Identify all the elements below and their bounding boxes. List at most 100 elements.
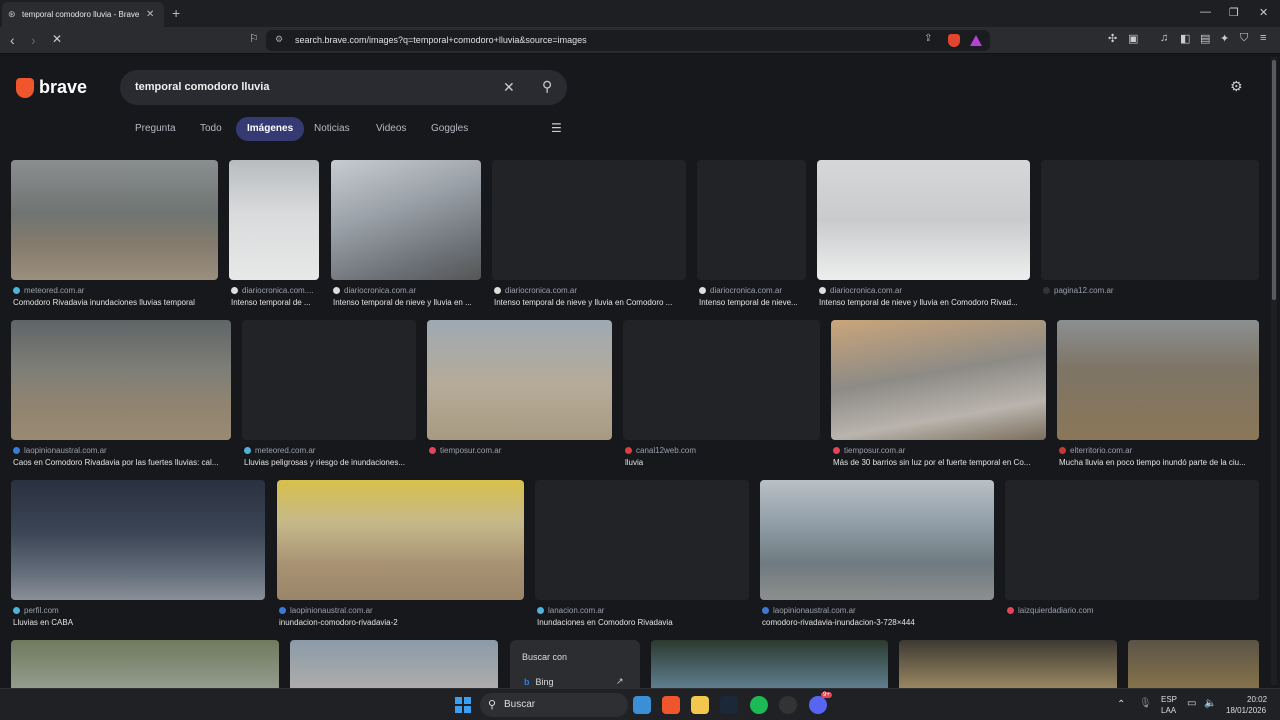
sidebar-icon[interactable]: ◧	[1180, 32, 1190, 45]
result-thumbnail[interactable]	[697, 160, 806, 280]
crypto-wallet-icon[interactable]: ▤	[1200, 32, 1210, 45]
photos-app-icon[interactable]	[633, 696, 651, 714]
result-thumbnail[interactable]	[242, 320, 416, 440]
result-caption[interactable]: Más de 30 barrios sin luz por el fuerte …	[833, 458, 1048, 467]
result-thumbnail[interactable]	[11, 160, 218, 280]
back-icon[interactable]: ‹	[10, 32, 15, 48]
menu-icon[interactable]: ≡	[1260, 32, 1266, 44]
result-caption[interactable]: Mucha lluvia en poco tiempo inundó parte…	[1059, 458, 1261, 467]
media-icon[interactable]: ♫	[1160, 32, 1168, 44]
result-caption[interactable]: Caos en Comodoro Rivadavia por las fuert…	[13, 458, 233, 467]
result-source[interactable]: diariocronica.com.ar	[333, 286, 483, 295]
search-box[interactable]: temporal comodoro lluvia ✕ ⚲	[120, 70, 567, 105]
brave-shields-icon[interactable]	[948, 34, 960, 47]
site-info-icon[interactable]: ⚙	[275, 34, 283, 45]
result-source[interactable]: diariocronica.com.ar	[819, 286, 1032, 295]
tab-pregunta[interactable]: Pregunta	[124, 117, 187, 141]
result-source[interactable]: pagina12.com.ar	[1043, 286, 1261, 295]
result-source[interactable]: tiemposur.com.ar	[833, 446, 1048, 455]
microphone-icon[interactable]: 🎙	[1139, 698, 1152, 709]
leo-ai-icon[interactable]: ✦	[1220, 32, 1229, 45]
result-caption[interactable]: Inundaciones en Comodoro Rivadavia	[537, 618, 751, 627]
forward-icon[interactable]: ›	[31, 32, 36, 48]
result-caption[interactable]: inundacion-comodoro-rivadavia-2	[279, 618, 526, 627]
tab-todo[interactable]: Todo	[189, 117, 233, 141]
result-source[interactable]: diariocronica.com....	[231, 286, 321, 295]
new-tab-icon[interactable]: +	[172, 5, 180, 21]
clock-time[interactable]: 20:02	[1247, 695, 1267, 704]
share-icon[interactable]: ⇪	[924, 33, 932, 44]
browser-tab[interactable]: ⊛ temporal comodoro lluvia - Brave ✕	[2, 2, 164, 27]
search-icon[interactable]: ⚲	[542, 78, 552, 95]
result-thumbnail[interactable]	[623, 320, 820, 440]
brave-logo[interactable]: brave	[16, 77, 87, 98]
result-thumbnail[interactable]	[899, 640, 1117, 688]
result-thumbnail[interactable]	[331, 160, 481, 280]
result-thumbnail[interactable]	[1128, 640, 1259, 688]
windows-start-icon[interactable]	[455, 697, 471, 713]
result-thumbnail[interactable]	[651, 640, 888, 688]
result-source[interactable]: laizquierdadiario.com	[1007, 606, 1261, 615]
result-source[interactable]: tiemposur.com.ar	[429, 446, 614, 455]
result-caption[interactable]: lluvia	[625, 458, 822, 467]
result-thumbnail[interactable]	[11, 480, 265, 600]
result-source[interactable]: laopinionaustral.com.ar	[13, 446, 233, 455]
window-close-icon[interactable]: ✕	[1259, 6, 1268, 19]
result-source[interactable]: elterritorio.com.ar	[1059, 446, 1261, 455]
result-source[interactable]: diariocronica.com.ar	[494, 286, 688, 295]
result-thumbnail[interactable]	[290, 640, 498, 688]
bookmark-icon[interactable]: ⚐	[249, 32, 259, 45]
file-explorer-icon[interactable]	[691, 696, 709, 714]
result-caption[interactable]: Intenso temporal de nieve y lluvia en Co…	[494, 298, 688, 307]
tab-imagenes[interactable]: Imágenes	[236, 117, 305, 141]
minimize-icon[interactable]: —	[1200, 6, 1211, 18]
steam-app-icon[interactable]	[720, 696, 738, 714]
result-thumbnail[interactable]	[760, 480, 994, 600]
brave-rewards-icon[interactable]	[970, 35, 982, 46]
settings-gear-icon[interactable]: ⚙	[1230, 78, 1243, 95]
result-source[interactable]: diariocronica.com.ar	[699, 286, 808, 295]
result-caption[interactable]: Intenso temporal de nieve y lluvia en ..…	[333, 298, 483, 307]
clock-date[interactable]: 18/01/2026	[1226, 706, 1266, 715]
tab-noticias[interactable]: Noticias	[303, 117, 361, 141]
result-thumbnail[interactable]	[1041, 160, 1259, 280]
result-source[interactable]: laopinionaustral.com.ar	[762, 606, 996, 615]
show-hidden-icons[interactable]: ⌃	[1117, 699, 1125, 710]
result-thumbnail[interactable]	[277, 480, 524, 600]
result-caption[interactable]: Intenso temporal de nieve y lluvia en Co…	[819, 298, 1032, 307]
result-thumbnail[interactable]	[535, 480, 749, 600]
result-thumbnail[interactable]	[817, 160, 1030, 280]
result-caption[interactable]: Intenso temporal de ...	[231, 298, 321, 307]
result-thumbnail[interactable]	[229, 160, 319, 280]
github-app-icon[interactable]	[779, 696, 797, 714]
wallet-icon[interactable]: ▣	[1128, 32, 1138, 45]
result-thumbnail[interactable]	[1057, 320, 1259, 440]
tab-close-icon[interactable]: ✕	[146, 9, 154, 20]
result-thumbnail[interactable]	[11, 640, 279, 688]
keyboard-layout-label[interactable]: LAA	[1161, 706, 1176, 715]
result-thumbnail[interactable]	[427, 320, 612, 440]
result-source[interactable]: lanacion.com.ar	[537, 606, 751, 615]
result-thumbnail[interactable]	[1005, 480, 1259, 600]
address-bar[interactable]: ⚙ search.brave.com/images?q=temporal+com…	[266, 30, 990, 51]
open-external-icon[interactable]: ↗	[616, 676, 624, 687]
scrollbar-thumb[interactable]	[1272, 60, 1276, 300]
extensions-icon[interactable]: ✣	[1108, 32, 1117, 45]
restore-icon[interactable]: ❐	[1229, 6, 1239, 19]
result-source[interactable]: meteored.com.ar	[13, 286, 213, 295]
discord-app-icon[interactable]	[809, 696, 827, 714]
volume-icon[interactable]: 🔈	[1204, 698, 1216, 709]
tab-videos[interactable]: Videos	[365, 117, 417, 141]
search-engine-option[interactable]: b Bing	[524, 677, 554, 687]
result-thumbnail[interactable]	[831, 320, 1046, 440]
result-source[interactable]: canal12web.com	[625, 446, 822, 455]
result-source[interactable]: meteored.com.ar	[244, 446, 418, 455]
result-caption[interactable]: Intenso temporal de nieve...	[699, 298, 808, 307]
result-caption[interactable]: Lluvias en CABA	[13, 618, 267, 627]
result-caption[interactable]: comodoro-rivadavia-inundacion-3-728×444	[762, 618, 996, 627]
result-thumbnail[interactable]	[11, 320, 231, 440]
taskbar-search[interactable]: ⚲ Buscar	[480, 693, 628, 717]
network-icon[interactable]: ▭	[1187, 698, 1196, 709]
result-caption[interactable]: Comodoro Rivadavia inundaciones lluvias …	[13, 298, 218, 307]
spotify-app-icon[interactable]	[750, 696, 768, 714]
